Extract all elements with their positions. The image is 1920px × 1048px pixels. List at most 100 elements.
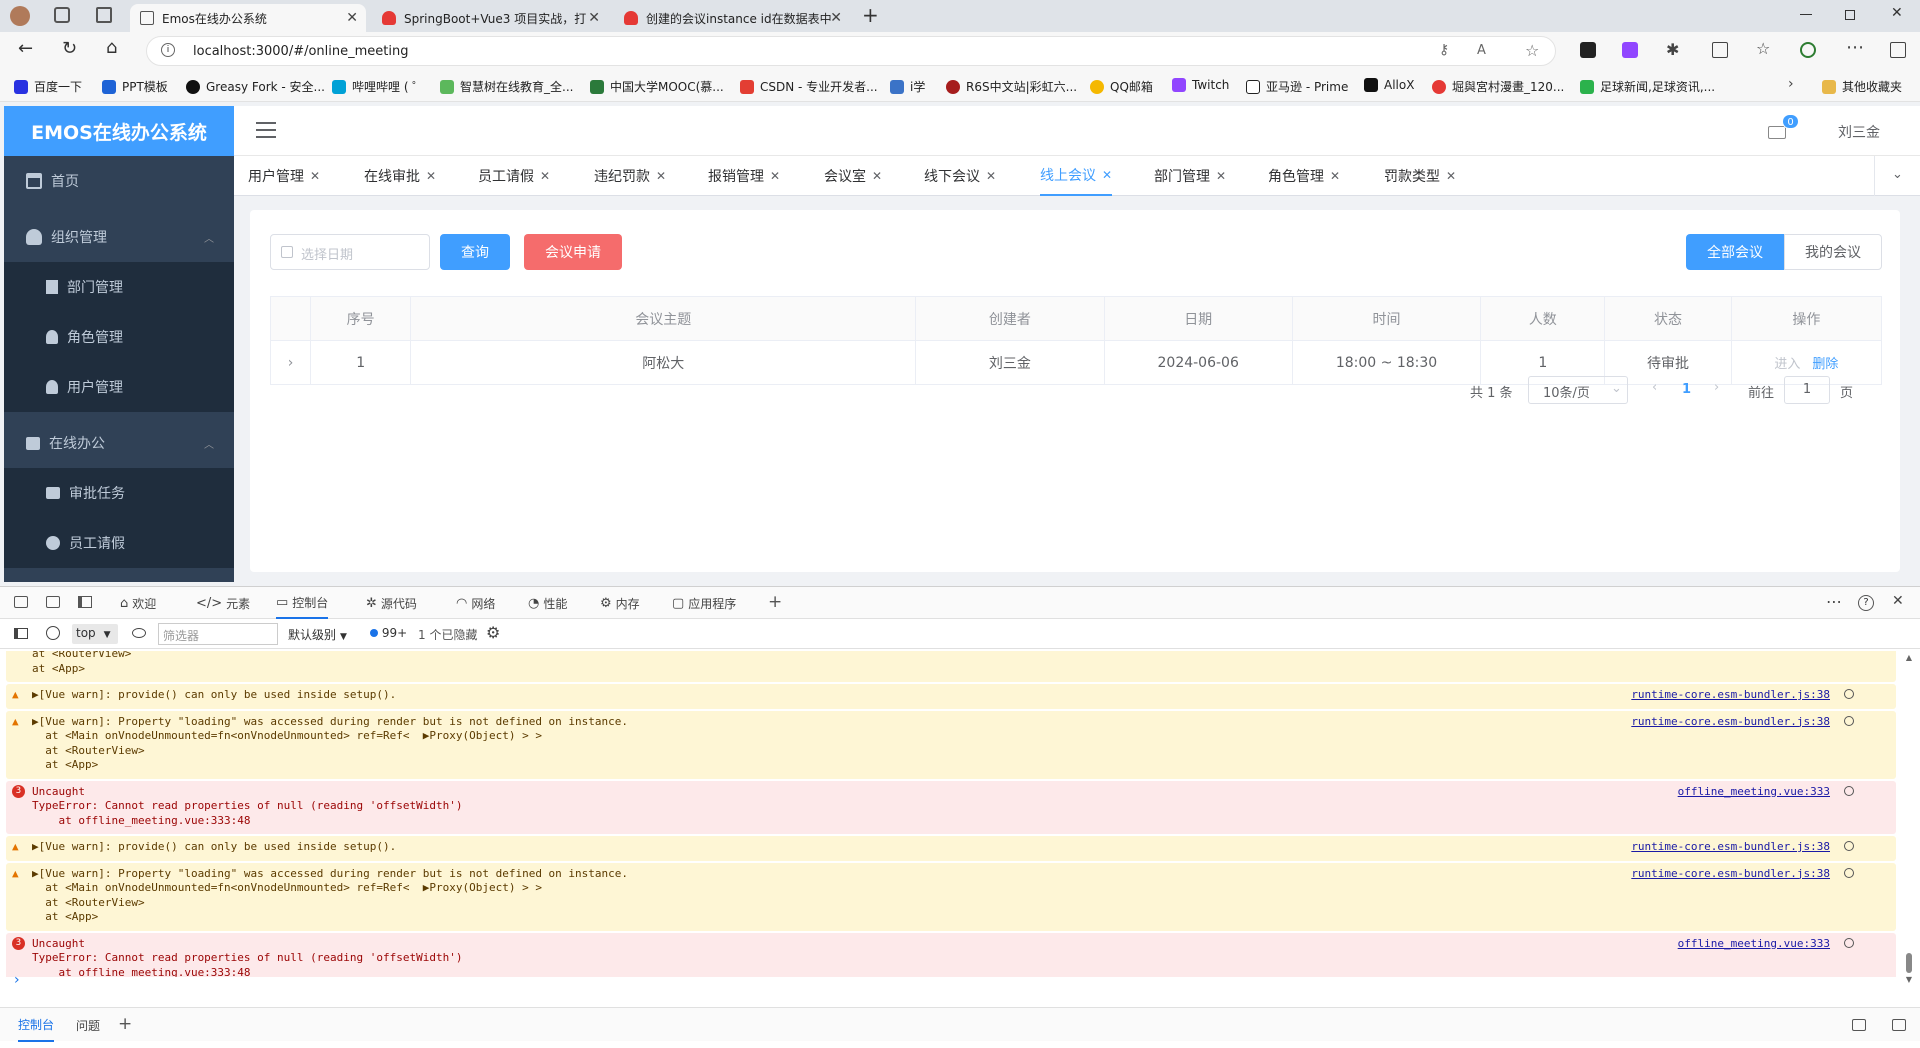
bookmark-item[interactable]: AlloX: [1364, 78, 1414, 92]
source-link[interactable]: runtime-core.esm-bundler.js:38: [1631, 688, 1830, 701]
split-screen-icon[interactable]: [1712, 42, 1728, 58]
other-bookmarks-folder[interactable]: 其他收藏夹: [1822, 78, 1902, 95]
issues-counter[interactable]: 99+: [370, 626, 407, 640]
browser-tab[interactable]: SpringBoot+Vue3 项目实战，打 ✕: [372, 4, 608, 32]
drawer-tab-issues[interactable]: 问题: [76, 1008, 100, 1042]
close-icon[interactable]: ✕: [1330, 169, 1340, 183]
more-options-icon[interactable]: ⋯: [1846, 37, 1864, 58]
next-page-icon[interactable]: ›: [1714, 380, 1719, 395]
expand-row-icon[interactable]: ›: [269, 340, 312, 385]
new-tab-icon[interactable]: +: [862, 3, 879, 27]
console-filter-input[interactable]: 筛选器: [158, 623, 278, 645]
source-link[interactable]: runtime-core.esm-bundler.js:38: [1631, 867, 1830, 880]
chevron-down-icon[interactable]: ⌄: [1874, 156, 1920, 196]
close-icon[interactable]: ✕: [656, 169, 666, 183]
scroll-down-icon[interactable]: ▼: [1904, 975, 1914, 984]
tag-offline-meeting[interactable]: 线下会议 ✕: [924, 156, 996, 196]
dock-icon[interactable]: [78, 596, 92, 608]
tag-departments[interactable]: 部门管理 ✕: [1154, 156, 1226, 196]
console-warning[interactable]: at <RouterView> at <App>: [6, 651, 1896, 682]
bookmark-item[interactable]: 百度一下: [14, 78, 82, 95]
restore-icon[interactable]: [1845, 10, 1855, 20]
close-icon[interactable]: ✕: [1102, 168, 1112, 182]
console-warning[interactable]: ▲ ▶[Vue warn]: provide() can only be used…: [6, 684, 1896, 709]
bookmark-item[interactable]: i学: [890, 78, 925, 95]
favorites-icon[interactable]: ☆: [1756, 39, 1770, 58]
profile-avatar[interactable]: [10, 6, 30, 26]
back-icon[interactable]: ←: [18, 38, 33, 59]
close-icon[interactable]: ✕: [872, 169, 882, 183]
source-link[interactable]: offline_meeting.vue:333: [1678, 785, 1830, 798]
bookmark-item[interactable]: R6S中文站|彩虹六...: [946, 78, 1077, 95]
all-meetings-button[interactable]: 全部会议: [1686, 234, 1784, 270]
close-icon[interactable]: ✕: [540, 169, 550, 183]
copilot-explain-icon[interactable]: [1844, 689, 1854, 699]
scroll-thumb[interactable]: [1906, 953, 1912, 973]
context-select[interactable]: top ▼: [72, 624, 118, 644]
bookmark-item[interactable]: QQ邮箱: [1090, 78, 1153, 95]
drawer-tab-console[interactable]: 控制台: [18, 1008, 55, 1042]
bookmark-item[interactable]: 中国大学MOOC(慕...: [590, 78, 724, 95]
live-expression-eye-icon[interactable]: [132, 628, 146, 638]
page-size-select[interactable]: 10条/页 ⌄: [1528, 376, 1628, 404]
twitch-extension-icon[interactable]: [1622, 42, 1638, 58]
console-error[interactable]: 3 Uncaught TypeError: Cannot read properti…: [6, 780, 1896, 834]
tab-actions-icon[interactable]: [96, 7, 112, 23]
log-level-select[interactable]: 默认级别 ▼: [288, 626, 347, 643]
device-toolbar-icon[interactable]: [46, 596, 60, 608]
close-window-icon[interactable]: ✕: [1891, 5, 1903, 21]
tag-online-meeting[interactable]: 线上会议 ✕: [1040, 156, 1113, 196]
query-button[interactable]: 查询: [440, 234, 510, 270]
bookmark-item[interactable]: 足球新闻,足球资讯,...: [1580, 78, 1715, 95]
tab-network[interactable]: ◠ 网络: [456, 587, 495, 619]
sidebar-item-leave[interactable]: 员工请假: [4, 518, 234, 568]
bookmark-item[interactable]: CSDN - 专业开发者...: [740, 78, 878, 95]
console-settings-icon[interactable]: ⚙: [486, 623, 500, 642]
tab-sources[interactable]: ✲ 源代码: [366, 587, 417, 619]
prev-page-icon[interactable]: ‹: [1652, 380, 1657, 395]
sidebar-item-home[interactable]: 首页: [4, 156, 234, 206]
inspect-icon[interactable]: [14, 596, 28, 608]
copilot-explain-icon[interactable]: [1844, 715, 1854, 726]
sidebar-group-organization[interactable]: 组织管理 ︿: [4, 212, 234, 262]
console-scrollbar[interactable]: ▲ ▼: [1904, 653, 1914, 989]
current-page[interactable]: 1: [1682, 382, 1691, 397]
scroll-up-icon[interactable]: ▲: [1904, 653, 1914, 662]
close-icon[interactable]: ✕: [310, 169, 320, 183]
bookmark-item[interactable]: Greasy Fork - 安全...: [186, 78, 325, 95]
source-link[interactable]: runtime-core.esm-bundler.js:38: [1631, 840, 1830, 853]
apply-meeting-button[interactable]: 会议申请: [524, 234, 622, 270]
read-aloud-icon[interactable]: A: [1477, 43, 1486, 58]
dock-drawer-icon[interactable]: [1852, 1019, 1866, 1031]
source-link[interactable]: runtime-core.esm-bundler.js:38: [1631, 715, 1830, 728]
sidebar-toggle-icon[interactable]: [1890, 42, 1906, 58]
more-options-icon[interactable]: ⋯: [1826, 592, 1842, 611]
bookmark-item[interactable]: 亚马逊 - Prime: [1246, 78, 1348, 95]
extension-icon[interactable]: [1580, 42, 1596, 58]
console-prompt[interactable]: ›: [14, 972, 20, 988]
tab-memory[interactable]: ⚙ 内存: [600, 587, 640, 619]
close-tab-icon[interactable]: ✕: [346, 10, 358, 26]
copilot-explain-icon[interactable]: [1844, 937, 1854, 948]
mail-icon[interactable]: [1768, 126, 1786, 139]
refresh-icon[interactable]: ↻: [62, 38, 77, 59]
sidebar-item-approvals[interactable]: 审批任务: [4, 468, 234, 518]
close-icon[interactable]: ✕: [1446, 169, 1456, 183]
tag-leave[interactable]: 员工请假 ✕: [478, 156, 550, 196]
console-warning[interactable]: ▲ ▶[Vue warn]: provide() can only be used…: [6, 836, 1896, 861]
tag-meeting-room[interactable]: 会议室 ✕: [824, 156, 882, 196]
site-info-icon[interactable]: i: [161, 43, 175, 57]
close-icon[interactable]: ✕: [1216, 169, 1226, 183]
close-icon[interactable]: ✕: [770, 169, 780, 183]
tab-console[interactable]: ▭ 控制台: [276, 587, 329, 619]
copilot-explain-icon[interactable]: [1844, 785, 1854, 796]
minimize-icon[interactable]: [1800, 14, 1812, 15]
hamburger-icon[interactable]: [256, 122, 276, 138]
tag-users[interactable]: 用户管理 ✕: [248, 156, 320, 196]
help-icon[interactable]: ?: [1858, 595, 1874, 611]
user-menu[interactable]: 刘三金: [1838, 122, 1880, 142]
favorite-star-icon[interactable]: ☆: [1525, 41, 1539, 60]
chevron-right-icon[interactable]: ›: [1788, 76, 1794, 92]
tab-application[interactable]: ▢ 应用程序: [672, 587, 736, 619]
add-drawer-tab-icon[interactable]: +: [118, 1014, 132, 1034]
